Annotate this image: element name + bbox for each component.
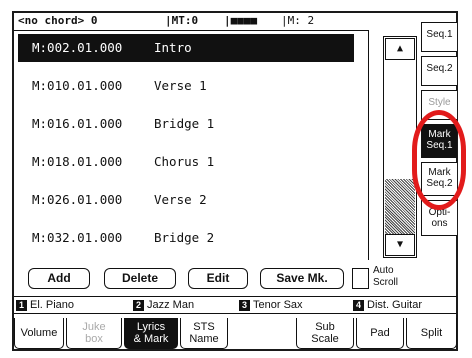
delete-button[interactable]: Delete bbox=[104, 268, 176, 289]
track-strip: 1 El. Piano 2 Jazz Man 3 Tenor Sax 4 Dist. G… bbox=[14, 296, 457, 314]
tab-seq2[interactable]: Seq.2 bbox=[421, 56, 457, 86]
tab-split[interactable]: Split bbox=[406, 318, 457, 349]
marker-location: M:018.01.000 bbox=[32, 154, 123, 169]
auto-scroll-label: Auto Scroll bbox=[373, 265, 399, 288]
track-slot[interactable]: 4 Dist. Guitar bbox=[353, 297, 422, 313]
track-name: Jazz Man bbox=[147, 299, 195, 311]
tab-seq1[interactable]: Seq.1 bbox=[421, 22, 457, 52]
track-name: Tenor Sax bbox=[253, 299, 303, 311]
track-slot[interactable]: 3 Tenor Sax bbox=[239, 297, 303, 313]
list-item[interactable]: M:018.01.000 Chorus 1 bbox=[18, 148, 354, 176]
track-slot[interactable]: 1 El. Piano bbox=[16, 297, 74, 313]
edit-button[interactable]: Edit bbox=[188, 268, 248, 289]
marker-name: Intro bbox=[154, 40, 192, 55]
chord-readout: <no chord> 0 bbox=[18, 14, 98, 27]
marker-location: M:002.01.000 bbox=[32, 40, 123, 55]
master-transpose-readout: |MT:0 bbox=[165, 14, 199, 27]
marker-name: Bridge 2 bbox=[154, 230, 215, 245]
list-item[interactable]: M:032.01.000 Bridge 2 bbox=[18, 224, 354, 252]
list-item[interactable]: M:010.01.000 Verse 1 bbox=[18, 72, 354, 100]
track-number: 2 bbox=[133, 300, 144, 311]
marker-location: M:032.01.000 bbox=[32, 230, 123, 245]
list-item[interactable]: M:026.01.000 Verse 2 bbox=[18, 186, 354, 214]
korg-display: <no chord> 0 |MT:0 |■■■■ |M: 2 M:002.01.… bbox=[0, 0, 472, 358]
tab-options[interactable]: Opti- ons bbox=[421, 200, 457, 236]
marker-location: M:010.01.000 bbox=[32, 78, 123, 93]
marker-location: M:026.01.000 bbox=[32, 192, 123, 207]
list-item[interactable]: M:002.01.000 Intro bbox=[18, 34, 354, 62]
marker-location: M:016.01.000 bbox=[32, 116, 123, 131]
track-number: 3 bbox=[239, 300, 250, 311]
marker-name: Verse 1 bbox=[154, 78, 207, 93]
track-name: Dist. Guitar bbox=[367, 299, 423, 311]
track-number: 4 bbox=[353, 300, 364, 311]
tab-lyrics-mark[interactable]: Lyrics & Mark bbox=[124, 318, 178, 349]
marker-name: Verse 2 bbox=[154, 192, 207, 207]
track-name: El. Piano bbox=[30, 299, 75, 311]
tab-mark-seq2[interactable]: Mark Seq.2 bbox=[421, 162, 457, 196]
tab-pad[interactable]: Pad bbox=[356, 318, 404, 349]
scroll-up-icon[interactable]: ▲ bbox=[385, 38, 415, 60]
track-slot[interactable]: 2 Jazz Man bbox=[133, 297, 194, 313]
auto-scroll-checkbox[interactable] bbox=[352, 268, 369, 289]
add-button[interactable]: Add bbox=[28, 268, 90, 289]
track-number: 1 bbox=[16, 300, 27, 311]
list-scrollbar[interactable]: ▲ ▼ bbox=[383, 36, 417, 258]
tab-sts-name[interactable]: STS Name bbox=[180, 318, 228, 349]
marker-name: Chorus 1 bbox=[154, 154, 215, 169]
tab-jukebox: Juke box bbox=[66, 318, 122, 349]
tab-volume[interactable]: Volume bbox=[14, 318, 64, 349]
meter-readout: |■■■■ bbox=[224, 14, 258, 27]
marker-name: Bridge 1 bbox=[154, 116, 215, 131]
scroll-down-icon[interactable]: ▼ bbox=[385, 234, 415, 256]
tab-mark-seq1[interactable]: Mark Seq.1 bbox=[421, 124, 457, 158]
tab-style: Style bbox=[421, 90, 457, 120]
status-bar: <no chord> 0 |MT:0 |■■■■ |M: 2 bbox=[14, 12, 418, 29]
list-item[interactable]: M:016.01.000 Bridge 1 bbox=[18, 110, 354, 138]
tab-sub-scale[interactable]: Sub Scale bbox=[296, 318, 354, 349]
save-mark-button[interactable]: Save Mk. bbox=[260, 268, 344, 289]
measure-readout: |M: 2 bbox=[281, 14, 315, 27]
